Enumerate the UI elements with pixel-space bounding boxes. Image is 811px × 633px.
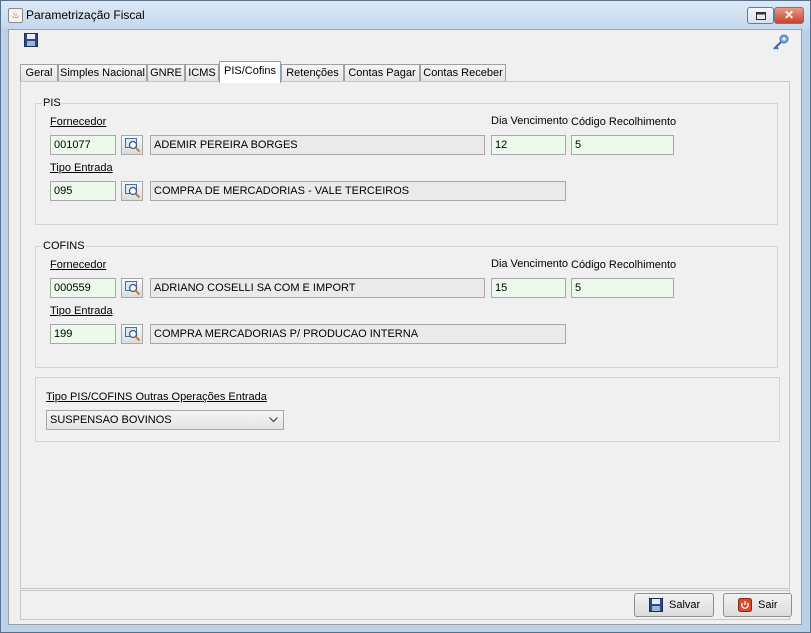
pis-dia-vencimento-label: Dia Vencimento — [491, 115, 569, 127]
outras-operacoes-label: Tipo PIS/COFINS Outras Operações Entrada — [46, 391, 267, 403]
pis-fornecedor-code-field[interactable]: 001077 — [50, 135, 116, 155]
pis-fornecedor-label: Fornecedor — [50, 116, 107, 128]
cofins-dia-vencimento-label: Dia Vencimento — [491, 258, 569, 270]
close-button[interactable]: ✕ — [774, 7, 804, 24]
outras-operacoes-selected: SUSPENSAO BOVINOS — [50, 414, 172, 426]
pis-group-title: PIS — [42, 97, 62, 109]
tab-retencoes[interactable]: Retenções — [281, 64, 344, 82]
window-title: Parametrização Fiscal — [26, 8, 145, 22]
floppy-disk-icon — [649, 598, 663, 612]
save-button-label: Salvar — [669, 599, 701, 611]
save-toolbar-icon[interactable] — [24, 33, 38, 47]
maximize-button[interactable] — [747, 7, 774, 24]
pis-tipo-entrada-label: Tipo Entrada — [50, 162, 113, 174]
pis-group: PIS Fornecedor Dia Vencimento Código Rec… — [35, 97, 778, 225]
cofins-fornecedor-code-field[interactable]: 000559 — [50, 278, 116, 298]
exit-button-label: Sair — [758, 599, 778, 611]
cofins-codigo-recolhimento-field[interactable]: 5 — [571, 278, 674, 298]
tab-geral[interactable]: Geral — [20, 64, 58, 82]
maximize-icon — [755, 12, 766, 20]
exit-button[interactable]: Sair — [723, 593, 792, 617]
outras-operacoes-select[interactable]: SUSPENSAO BOVINOS — [46, 410, 284, 430]
magnifier-icon — [125, 281, 141, 296]
pis-fornecedor-lookup-button[interactable] — [121, 135, 143, 155]
cofins-fornecedor-name-field: ADRIANO COSELLI SA COM E IMPORT — [150, 278, 485, 298]
pis-tipo-entrada-code-field[interactable]: 095 — [50, 181, 116, 201]
cofins-tipo-entrada-label: Tipo Entrada — [50, 305, 113, 317]
power-off-icon — [738, 598, 752, 612]
cofins-group: COFINS Fornecedor Dia Vencimento Código … — [35, 240, 778, 368]
save-button[interactable]: Salvar — [634, 593, 714, 617]
chevron-down-icon — [269, 417, 278, 423]
pis-cofins-panel: PIS Fornecedor Dia Vencimento Código Rec… — [20, 81, 790, 589]
tab-icms[interactable]: ICMS — [185, 64, 219, 82]
cofins-dia-vencimento-field[interactable]: 15 — [491, 278, 566, 298]
tab-contas-pagar[interactable]: Contas Pagar — [344, 64, 420, 82]
cofins-tipo-entrada-desc-field: COMPRA MERCADORIAS P/ PRODUCAO INTERNA — [150, 324, 566, 344]
tab-contas-receber[interactable]: Contas Receber — [420, 64, 506, 82]
pis-fornecedor-name-field: ADEMIR PEREIRA BORGES — [150, 135, 485, 155]
cofins-fornecedor-label: Fornecedor — [50, 259, 107, 271]
tab-simples-nacional[interactable]: Simples Nacional — [58, 64, 147, 82]
java-app-icon: ♨ — [8, 8, 23, 23]
cofins-group-title: COFINS — [42, 240, 86, 252]
window: ♨ Parametrização Fiscal ✕ Geral Simples … — [0, 0, 811, 633]
magnifier-icon — [125, 184, 141, 199]
pis-tipo-entrada-lookup-button[interactable] — [121, 181, 143, 201]
pis-codigo-recolhimento-field[interactable]: 5 — [571, 135, 674, 155]
tab-gnre[interactable]: GNRE — [147, 64, 185, 82]
magnifier-icon — [125, 138, 141, 153]
title-bar[interactable]: ♨ Parametrização Fiscal ✕ — [1, 1, 810, 29]
key-icon[interactable] — [772, 33, 790, 51]
client-area: Geral Simples Nacional GNRE ICMS PIS/Cof… — [8, 29, 802, 625]
pis-tipo-entrada-desc-field: COMPRA DE MERCADORIAS - VALE TERCEIROS — [150, 181, 566, 201]
cofins-codigo-recolhimento-label: Código Recolhimento — [571, 259, 677, 271]
pis-codigo-recolhimento-label: Código Recolhimento — [571, 116, 677, 128]
close-icon: ✕ — [783, 8, 795, 22]
cofins-tipo-entrada-lookup-button[interactable] — [121, 324, 143, 344]
bottom-button-bar: Salvar Sair — [20, 590, 792, 620]
cofins-tipo-entrada-code-field[interactable]: 199 — [50, 324, 116, 344]
magnifier-icon — [125, 327, 141, 342]
tab-pis-cofins[interactable]: PIS/Cofins — [219, 61, 281, 83]
outras-operacoes-group: Tipo PIS/COFINS Outras Operações Entrada… — [35, 377, 780, 442]
cofins-fornecedor-lookup-button[interactable] — [121, 278, 143, 298]
pis-dia-vencimento-field[interactable]: 12 — [491, 135, 566, 155]
